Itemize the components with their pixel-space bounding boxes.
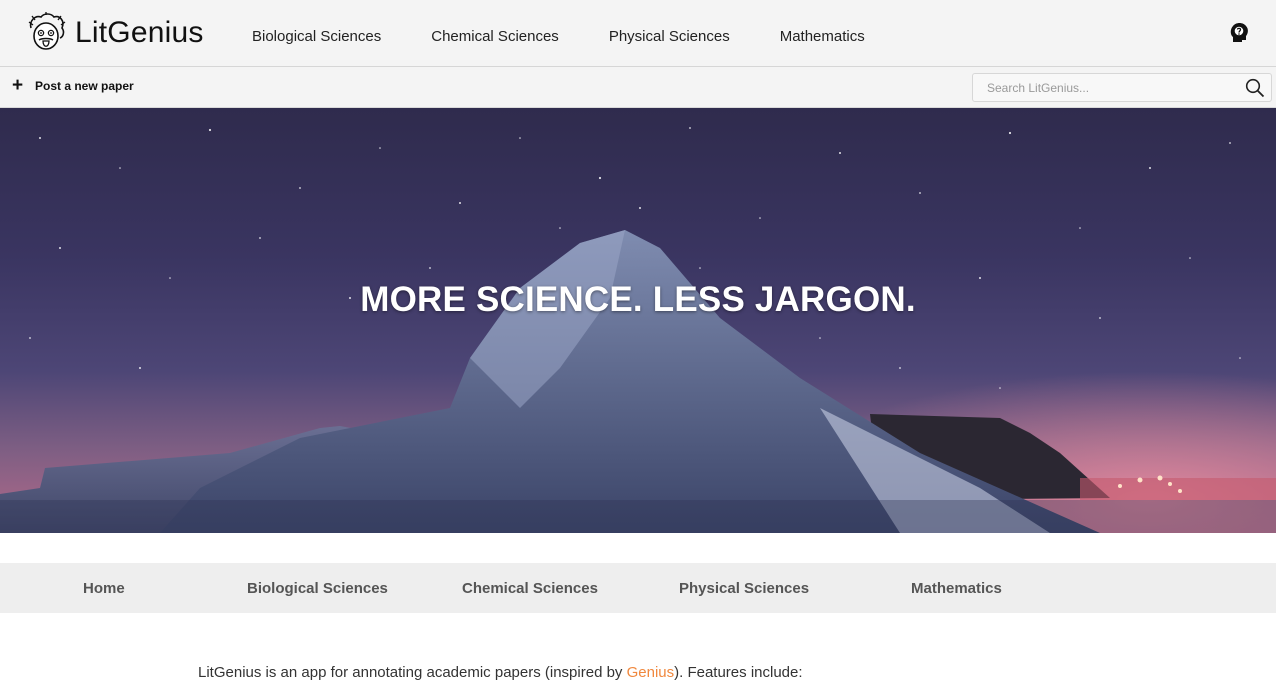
hero-headline: MORE SCIENCE. LESS JARGON. [360,280,916,319]
top-nav-chemical-sciences[interactable]: Chemical Sciences [431,28,559,46]
intro-text-after: ). Features include: [674,664,803,681]
intro-text-before: LitGenius is an app for annotating acade… [198,664,627,681]
top-nav-biological-sciences[interactable]: Biological Sciences [252,28,381,46]
sub-nav-physical-sciences[interactable]: Physical Sciences [679,580,809,597]
plus-icon: + [12,75,24,96]
logo-text: LitGenius [75,16,204,49]
search-icon[interactable] [1245,78,1265,98]
sub-nav-chemical-sciences[interactable]: Chemical Sciences [462,580,598,597]
post-new-paper-button[interactable]: + Post a new paper [12,75,134,96]
logo[interactable]: LitGenius [25,12,204,54]
top-nav-mathematics[interactable]: Mathematics [780,28,865,46]
user-head-icon[interactable] [1228,21,1250,43]
sub-nav-mathematics[interactable]: Mathematics [911,580,1002,597]
search-box [972,73,1272,102]
top-nav-physical-sciences[interactable]: Physical Sciences [609,28,730,46]
top-header: LitGenius Biological Sciences Chemical S… [0,0,1276,67]
sub-nav: Home Biological Sciences Chemical Scienc… [0,563,1276,613]
genius-link[interactable]: Genius [627,664,675,681]
einstein-logo-icon [28,12,66,50]
top-nav: Biological Sciences Chemical Sciences Ph… [252,28,865,46]
hero-background-image [0,108,1276,533]
hero-banner: MORE SCIENCE. LESS JARGON. [0,108,1276,533]
sub-nav-home[interactable]: Home [83,580,125,597]
toolbar: + Post a new paper [0,67,1276,108]
post-new-paper-label: Post a new paper [35,79,134,93]
sub-nav-biological-sciences[interactable]: Biological Sciences [247,580,388,597]
intro-text: LitGenius is an app for annotating acade… [198,664,803,681]
search-input[interactable] [973,74,1238,101]
